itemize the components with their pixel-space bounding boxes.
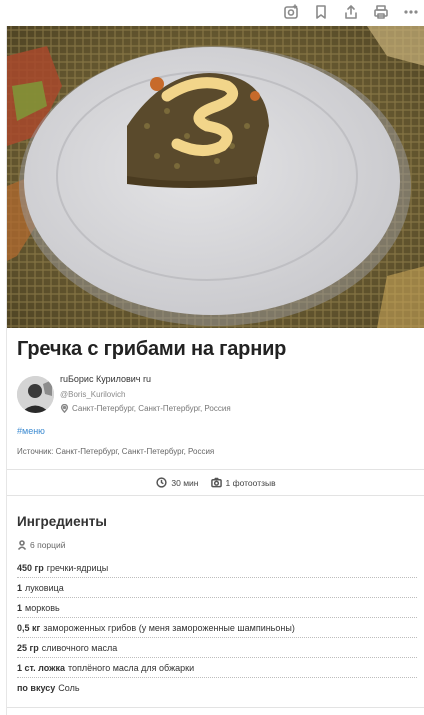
recipe-title: Гречка с грибами на гарнир: [17, 338, 287, 360]
location-pin-icon: [60, 404, 69, 413]
more-icon: [404, 10, 418, 14]
divider: [7, 469, 424, 470]
ingredients-list: 450 гр гречки-ядрицы 1 луковица 1 морковь 0…: [17, 558, 417, 698]
ingredient-item: 25 гр сливочного масла: [17, 638, 417, 658]
recipe-stats: 30 мин 1 фотоотзыв: [7, 477, 424, 488]
print-icon: [374, 5, 388, 19]
story-icon: [284, 4, 298, 19]
ingredient-name: гречки-ядрицы: [46, 562, 109, 573]
author-avatar[interactable]: [17, 376, 54, 413]
portions[interactable]: 6 порций: [17, 540, 66, 550]
story-button[interactable]: [280, 1, 302, 23]
ingredient-item: 1 ст. ложка топлёного масла для обжарки: [17, 658, 417, 678]
photo-reviews-link[interactable]: 1 фотоотзыв: [210, 477, 276, 488]
ingredient-amount: по вкусу: [17, 683, 56, 693]
cook-time: 30 мин: [156, 477, 199, 488]
recipe-source: Источник: Санкт-Петербург, Санкт-Петербу…: [17, 447, 215, 456]
author-location: Санкт-Петербург, Санкт-Петербург, Россия: [60, 404, 231, 413]
more-button[interactable]: [400, 1, 422, 23]
photo-reviews-text: 1 фотоотзыв: [225, 477, 276, 488]
ingredient-name: морковь: [25, 602, 60, 613]
person-icon: [17, 540, 27, 550]
ingredient-name: сливочного масла: [41, 642, 118, 653]
menu-tag-link[interactable]: #меню: [17, 426, 45, 436]
ingredient-amount: 1 ст. ложка: [17, 662, 65, 673]
author-name[interactable]: ruБорис Курилович ru: [60, 374, 151, 384]
share-button[interactable]: [340, 1, 362, 23]
ingredient-name: замороженных грибов (у меня замороженные…: [43, 622, 295, 633]
camera-icon: [210, 477, 222, 488]
ingredient-item: 1 луковица: [17, 578, 417, 598]
ingredient-amount: 25 гр: [17, 642, 39, 653]
bookmark-button[interactable]: [310, 1, 332, 23]
clock-icon: [156, 477, 168, 488]
recipe-photo[interactable]: [7, 26, 424, 328]
author-handle[interactable]: @Boris_Kurilovich: [60, 390, 125, 399]
portions-text: 6 порций: [30, 540, 66, 550]
ingredients-heading: Ингредиенты: [17, 514, 107, 529]
ingredient-amount: 450 гр: [17, 562, 44, 573]
ingredient-item: 0,5 кг замороженных грибов (у меня заморо…: [17, 618, 417, 638]
ingredient-name: Соль: [58, 683, 80, 693]
cook-time-text: 30 мин: [171, 477, 199, 488]
divider: [7, 495, 424, 496]
divider: [7, 707, 424, 708]
ingredient-item: по вкусу Соль: [17, 678, 417, 698]
top-toolbar: [0, 0, 424, 24]
bookmark-icon: [316, 5, 326, 19]
ingredient-item: 1 морковь: [17, 598, 417, 618]
ingredient-name: топлёного масла для обжарки: [68, 662, 195, 673]
ingredient-name: луковица: [25, 582, 64, 593]
share-icon: [345, 5, 357, 19]
ingredient-amount: 0,5 кг: [17, 622, 41, 633]
ingredient-amount: 1: [17, 582, 23, 593]
recipe-card: Гречка с грибами на гарнир ruБорис Курил…: [6, 26, 424, 715]
author-location-text: Санкт-Петербург, Санкт-Петербург, Россия: [72, 404, 231, 413]
ingredient-item: 450 гр гречки-ядрицы: [17, 558, 417, 578]
print-button[interactable]: [370, 1, 392, 23]
ingredient-amount: 1: [17, 602, 23, 613]
